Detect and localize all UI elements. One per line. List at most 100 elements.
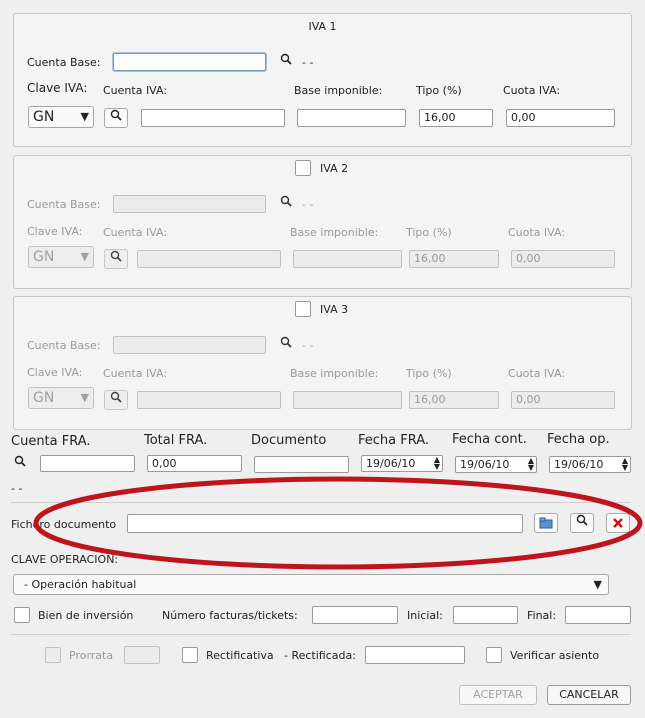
iva3-cuenta-base-input[interactable] <box>113 336 266 354</box>
chevron-down-icon: ▼ <box>80 110 89 123</box>
rectificativa-checkbox[interactable] <box>182 647 198 663</box>
iva1-clave-label: Clave IVA: <box>27 81 88 95</box>
iva3-checkbox[interactable] <box>295 301 311 317</box>
iva3-tipo-input[interactable]: 16,00 <box>409 391 499 409</box>
prorrata-label: Prorrata <box>69 649 114 662</box>
iva1-cuenta-iva-input[interactable] <box>141 109 285 127</box>
iva2-cuota-label: Cuota IVA: <box>508 226 566 239</box>
fecha-op-value: 19/06/10 <box>554 458 604 471</box>
fecha-cont-label: Fecha cont. <box>452 432 527 447</box>
divider <box>11 502 631 503</box>
iva2-checkbox[interactable] <box>295 160 311 176</box>
search-icon <box>280 195 292 207</box>
iva1-base-label: Base imponible: <box>294 84 383 97</box>
cuenta-fra-input[interactable] <box>40 455 135 472</box>
total-fra-input[interactable]: 0,00 <box>147 455 242 472</box>
clave-operacion-select[interactable]: - Operación habitual ▼ <box>13 574 609 595</box>
spin-arrows-icon[interactable]: ▲ ▼ <box>528 457 534 472</box>
final-label: Final: <box>527 609 557 622</box>
total-fra-label: Total FRA. <box>144 433 208 448</box>
iva1-clave-select[interactable]: GN ▼ <box>28 106 94 128</box>
iva1-tipo-label: Tipo (%) <box>416 84 462 97</box>
inicial-label: Inicial: <box>407 609 443 622</box>
iva3-title: IVA 3 <box>320 303 349 316</box>
iva3-cuenta-base-search-button[interactable] <box>276 336 296 354</box>
iva3-clave-select[interactable]: GN ▼ <box>28 387 94 409</box>
fecha-op-label: Fecha op. <box>547 432 610 447</box>
iva3-cuenta-base-desc: - - <box>302 339 314 352</box>
iva1-cuenta-base-label: Cuenta Base: <box>27 56 101 69</box>
iva2-clave-label: Clave IVA: <box>27 225 83 238</box>
iva2-base-input[interactable] <box>293 250 402 268</box>
fichero-search-button[interactable] <box>570 513 594 533</box>
aceptar-button[interactable]: ACEPTAR <box>459 685 537 705</box>
bien-inversion-label: Bien de inversión <box>38 609 134 622</box>
search-icon <box>280 336 292 348</box>
search-icon <box>110 109 122 121</box>
iva2-cuenta-base-input[interactable] <box>113 195 266 213</box>
iva2-cuenta-iva-search-button[interactable] <box>104 249 128 269</box>
fecha-op-input[interactable]: 19/06/10 ▲ ▼ <box>549 456 631 473</box>
iva1-title: IVA 1 <box>308 20 337 33</box>
fecha-fra-value: 19/06/10 <box>366 457 416 470</box>
iva3-clave-value: GN <box>33 390 55 406</box>
documento-input[interactable] <box>254 456 349 473</box>
num-facturas-input[interactable] <box>312 606 398 624</box>
cuenta-fra-desc: - - <box>11 482 23 495</box>
iva3-cuota-input[interactable]: 0,00 <box>511 391 615 409</box>
iva2-clave-select[interactable]: GN ▼ <box>28 246 94 268</box>
num-facturas-label: Número facturas/tickets: <box>162 609 298 622</box>
iva3-cuenta-base-label: Cuenta Base: <box>27 339 101 352</box>
cancelar-button[interactable]: CANCELAR <box>547 685 631 705</box>
final-input[interactable] <box>565 606 631 624</box>
clear-file-button[interactable] <box>606 513 630 533</box>
iva2-cuenta-iva-input[interactable] <box>137 250 281 268</box>
search-icon <box>110 250 122 262</box>
iva3-cuenta-iva-label: Cuenta IVA: <box>103 367 168 380</box>
fecha-fra-input[interactable]: 19/06/10 ▲ ▼ <box>361 455 443 472</box>
spin-arrows-icon[interactable]: ▲ ▼ <box>622 457 628 472</box>
iva2-cuenta-base-search-button[interactable] <box>276 195 296 213</box>
divider <box>11 634 631 635</box>
iva3-cuenta-iva-input[interactable] <box>137 391 281 409</box>
open-file-button[interactable] <box>534 513 558 533</box>
iva1-clave-value: GN <box>33 109 55 125</box>
iva2-cuenta-base-desc: - - <box>302 198 314 211</box>
search-icon <box>110 391 122 403</box>
prorrata-input[interactable] <box>124 646 160 664</box>
iva1-base-input[interactable] <box>297 109 406 127</box>
fecha-fra-label: Fecha FRA. <box>358 433 430 448</box>
fecha-cont-input[interactable]: 19/06/10 ▲ ▼ <box>455 456 537 473</box>
fecha-cont-value: 19/06/10 <box>460 458 510 471</box>
fichero-documento-input[interactable] <box>127 514 523 533</box>
iva2-tipo-label: Tipo (%) <box>406 226 452 239</box>
search-icon <box>14 455 26 467</box>
fichero-documento-label: Fichero documento <box>11 518 117 531</box>
inicial-input[interactable] <box>453 606 518 624</box>
bien-inversion-checkbox[interactable] <box>14 607 30 623</box>
iva2-cuenta-base-label: Cuenta Base: <box>27 198 101 211</box>
iva1-cuenta-base-input[interactable] <box>113 53 266 71</box>
search-icon <box>576 514 588 526</box>
rectificada-input[interactable] <box>365 646 465 664</box>
iva1-cuenta-iva-search-button[interactable] <box>104 108 128 128</box>
iva3-cuenta-iva-search-button[interactable] <box>104 390 128 410</box>
chevron-down-icon: ▼ <box>80 391 89 404</box>
iva3-tipo-label: Tipo (%) <box>406 367 452 380</box>
iva1-cuota-input[interactable]: 0,00 <box>506 109 615 127</box>
iva2-clave-value: GN <box>33 249 55 265</box>
iva3-cuota-label: Cuota IVA: <box>508 367 566 380</box>
iva2-cuota-input[interactable]: 0,00 <box>511 250 615 268</box>
iva3-base-input[interactable] <box>293 391 402 409</box>
iva1-cuenta-base-desc: - - <box>302 56 314 69</box>
prorrata-checkbox[interactable] <box>45 647 61 663</box>
iva1-cuenta-base-search-button[interactable] <box>276 53 296 71</box>
documento-label: Documento <box>251 433 327 448</box>
spin-arrows-icon[interactable]: ▲ ▼ <box>434 456 440 471</box>
iva1-tipo-input[interactable]: 16,00 <box>419 109 493 127</box>
verificar-asiento-checkbox[interactable] <box>486 647 502 663</box>
iva2-cuenta-iva-label: Cuenta IVA: <box>103 226 168 239</box>
cuenta-fra-search-button[interactable] <box>11 455 29 472</box>
iva1-cuota-label: Cuota IVA: <box>503 84 561 97</box>
iva2-tipo-input[interactable]: 16,00 <box>409 250 499 268</box>
